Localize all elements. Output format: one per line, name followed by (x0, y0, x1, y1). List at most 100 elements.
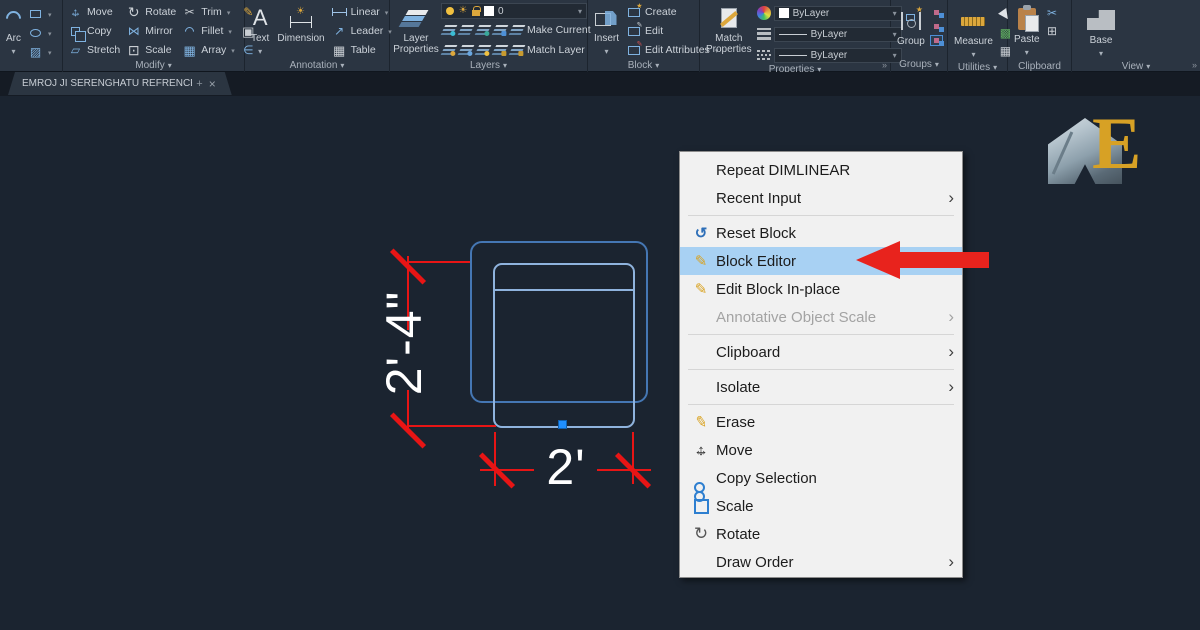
menu-item-clipboard[interactable]: Clipboard (680, 338, 962, 366)
panel-label-groups[interactable]: Groups (891, 57, 947, 72)
horizontal-dim-line[interactable] (480, 469, 534, 471)
menu-item-isolate[interactable]: Isolate (680, 373, 962, 401)
text-button[interactable]: Text (248, 3, 272, 59)
rotate-button[interactable]: Rotate (124, 3, 178, 21)
menu-item-rotate[interactable]: Rotate (680, 520, 962, 548)
panel-label-block[interactable]: Block (588, 59, 699, 72)
base-button[interactable]: Base (1084, 5, 1118, 61)
copy-clip-button[interactable] (1045, 23, 1060, 38)
mirror-icon (126, 24, 141, 39)
menu-item-erase[interactable]: Erase (680, 408, 962, 436)
stretch-button[interactable]: Stretch (66, 41, 122, 59)
menu-item-label: Edit Block In-place (716, 280, 841, 298)
layer-dropdown[interactable]: 0 ▾ (441, 3, 587, 19)
menu-separator (688, 404, 954, 405)
lineweight-value: ByLayer (810, 28, 848, 40)
lineweight-dropdown[interactable]: ByLayer (773, 26, 902, 42)
leader-button[interactable]: Leader (330, 22, 394, 40)
trim-button[interactable]: Trim (180, 3, 237, 21)
groups-panel-title: Groups (899, 59, 932, 70)
linetype-row: ByLayer (756, 46, 902, 64)
logo-letter-e: E (1092, 103, 1142, 185)
panel-label-layers[interactable]: Layers (390, 59, 587, 72)
hatch-button[interactable] (26, 43, 54, 61)
menu-item-repeat-dimlinear[interactable]: Repeat DIMLINEAR (680, 156, 962, 184)
menu-separator (688, 369, 954, 370)
horizontal-dim-line[interactable] (597, 469, 651, 471)
chair-block-seat[interactable] (493, 263, 635, 428)
table-button[interactable]: Table (330, 41, 394, 59)
horizontal-dim-text[interactable]: 2' (546, 438, 585, 496)
paste-icon (1017, 5, 1039, 32)
linetype-icon (756, 50, 771, 60)
paste-button[interactable]: Paste (1011, 4, 1043, 60)
layer-edit-icon[interactable] (457, 45, 475, 55)
match-layer-label: Match Layer (527, 44, 585, 56)
chair-back-line (495, 289, 633, 291)
chevron-down-icon (503, 60, 507, 71)
match-properties-button[interactable]: Match Properties (703, 3, 755, 57)
dimension-button[interactable]: Dimension (274, 3, 327, 46)
cut-button[interactable] (1045, 5, 1060, 20)
view-panel-title: View (1121, 61, 1144, 72)
panel-utilities: Measure Utilities (948, 0, 1013, 73)
new-tab-button[interactable] (192, 77, 207, 91)
vertical-dim-text[interactable]: 2'-4" (375, 291, 433, 396)
group-selection-toggle[interactable] (929, 35, 943, 46)
layer-thaw-icon[interactable] (474, 45, 492, 55)
linear-button[interactable]: Linear (330, 3, 394, 21)
menu-item-move[interactable]: Move (680, 436, 962, 464)
ellipse-button[interactable] (26, 24, 54, 42)
match-layer-button[interactable]: Match Layer (508, 41, 585, 59)
linetype-dropdown[interactable]: ByLayer (773, 47, 902, 63)
panel-label-draw[interactable] (0, 61, 62, 72)
move-button[interactable]: Move (66, 3, 122, 21)
rectangle-button[interactable] (26, 5, 54, 23)
menu-item-draw-order[interactable]: Draw Order (680, 548, 962, 576)
chevron-down-icon (11, 46, 15, 57)
menu-item-scale[interactable]: Scale (680, 492, 962, 520)
modify-panel-title: Modify (135, 60, 165, 71)
menu-item-reset-block[interactable]: Reset Block (680, 219, 962, 247)
layer-off-icon[interactable] (440, 45, 458, 55)
submenu-arrow-icon (948, 552, 954, 572)
insert-button[interactable]: Insert (591, 3, 622, 59)
copy-button[interactable]: Copy (66, 22, 122, 42)
menu-item-edit-block-in-place[interactable]: Edit Block In-place (680, 275, 962, 303)
block-grip-handle[interactable] (558, 420, 567, 429)
layer-lock-tool-icon[interactable] (491, 25, 509, 35)
layer-unlock-icon[interactable] (491, 45, 509, 55)
layer-freeze-tool-icon[interactable] (474, 25, 492, 35)
layer-isolate-icon[interactable] (440, 25, 458, 35)
panel-label-modify[interactable]: Modify (63, 59, 244, 72)
ungroup-button[interactable] (930, 7, 943, 18)
layer-unisolate-icon[interactable] (457, 25, 475, 35)
panel-label-annotation[interactable]: Annotation (245, 59, 389, 72)
mirror-button[interactable]: Mirror (124, 22, 178, 40)
arc-button[interactable]: Arc (2, 3, 25, 59)
scale-button[interactable]: Scale (124, 41, 178, 59)
mirror-label: Mirror (145, 25, 173, 37)
fillet-button[interactable]: Fillet (180, 22, 237, 40)
color-value: ByLayer (792, 7, 830, 19)
measure-button[interactable]: Measure (951, 6, 996, 62)
menu-item-copy-selection[interactable]: Copy Selection (680, 464, 962, 502)
menu-item-recent-input[interactable]: Recent Input (680, 184, 962, 212)
table-icon (332, 43, 347, 58)
create-block-icon (627, 3, 643, 17)
close-tab-icon[interactable] (209, 77, 216, 91)
panel-label-clipboard[interactable]: Clipboard (1008, 60, 1071, 72)
object-color-dropdown[interactable]: ByLayer (773, 5, 902, 21)
panel-label-view[interactable]: View (1072, 61, 1200, 72)
layer-properties-button[interactable]: Layer Properties (393, 3, 439, 57)
make-current-button[interactable]: Make Current (508, 21, 591, 39)
annotation-arrow-icon (856, 241, 900, 279)
array-button[interactable]: Array (180, 41, 237, 59)
layer-freeze-icon (458, 4, 468, 19)
array-icon (182, 43, 197, 58)
group-edit-button[interactable] (930, 21, 943, 32)
vertical-dim-line[interactable] (407, 390, 409, 430)
arc-label: Arc (6, 33, 21, 44)
group-button[interactable]: ★ Group (894, 5, 928, 49)
menu-item-label: Move (716, 441, 753, 459)
